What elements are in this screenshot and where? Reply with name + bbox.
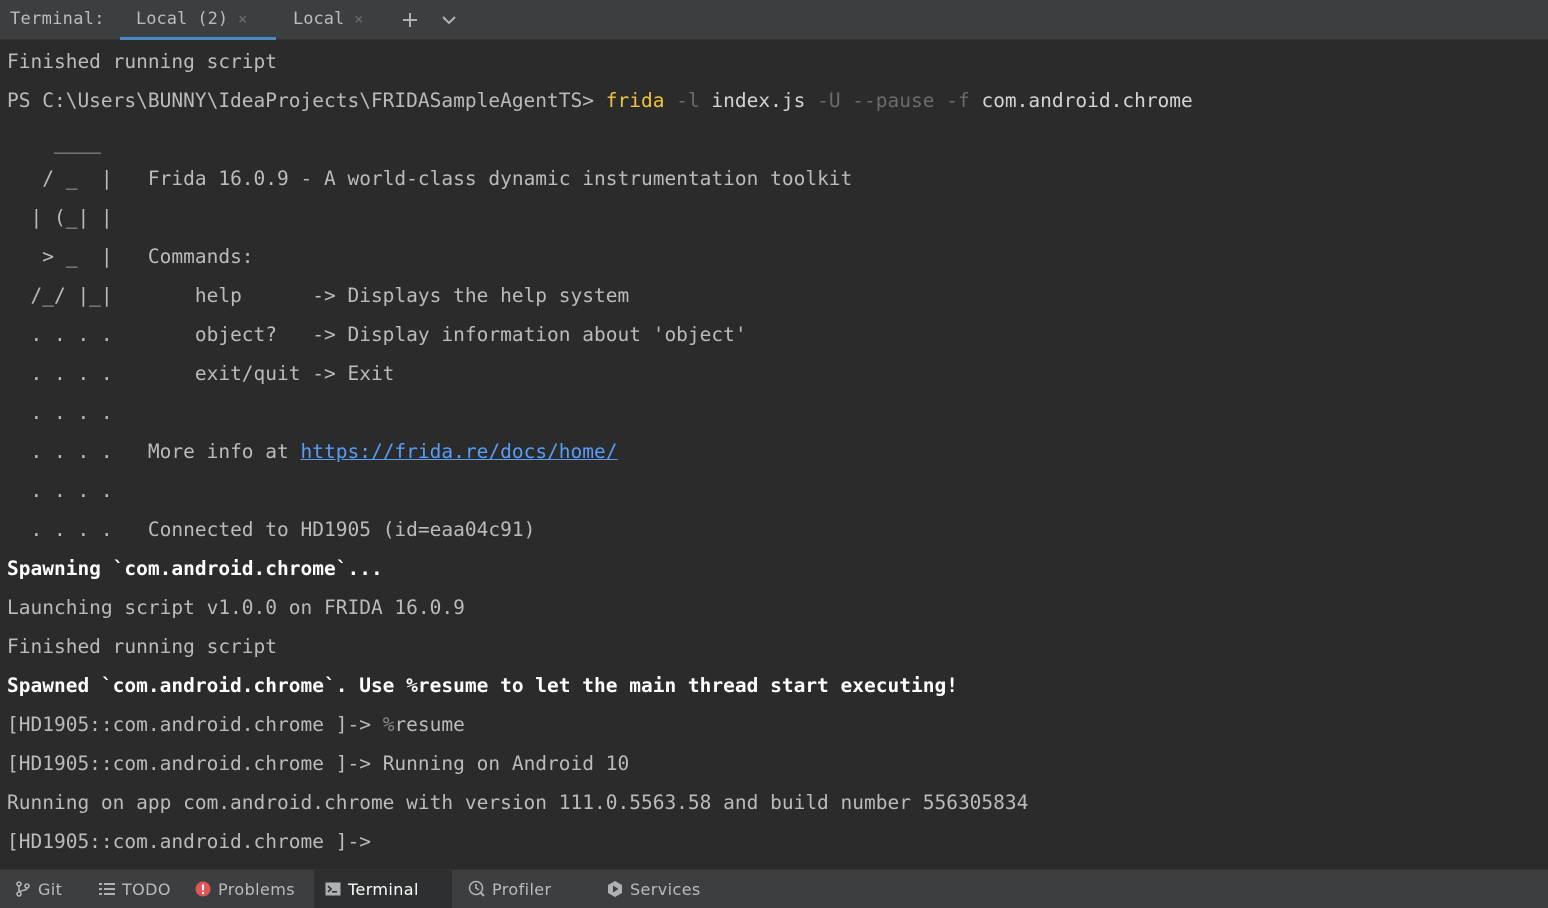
ascii-art: . . . .: [7, 479, 113, 502]
ascii-art: > _ |: [7, 245, 148, 268]
percent-sign: %: [382, 713, 395, 736]
command-argument: index.js: [711, 89, 806, 112]
docs-link[interactable]: https://frida.re/docs/home/: [301, 440, 618, 463]
services-tool-button[interactable]: Services: [596, 870, 711, 908]
terminal-line: Launching script v1.0.0 on FRIDA 16.0.9: [7, 596, 465, 619]
shell-prompt: PS C:\Users\BUNNY\IdeaProjects\FRIDASamp…: [7, 89, 606, 112]
terminal-line: / _ | Frida 16.0.9 - A world-class dynam…: [7, 167, 852, 191]
todo-label: TODO: [122, 879, 171, 899]
tab-local-2[interactable]: Local (2) ×: [120, 0, 276, 40]
todo-tool-button[interactable]: TODO: [88, 870, 181, 908]
ascii-art: /_/ |_|: [7, 284, 195, 307]
command-option: -U --pause -f: [805, 89, 982, 112]
frida-prompt: [HD1905::com.android.chrome ]->: [7, 752, 383, 775]
banner-text: Connected to HD1905 (id=eaa04c91): [147, 518, 536, 541]
ascii-art: | (_| |: [7, 206, 113, 229]
terminal-line: . . . .: [7, 479, 113, 503]
command-option: -l: [664, 89, 712, 112]
output-text: Running on Android 10: [382, 752, 630, 775]
terminal-line: . . . . exit/quit -> Exit: [7, 362, 394, 386]
chevron-down-icon[interactable]: [437, 6, 461, 34]
terminal-line: Running on app com.android.chrome with v…: [7, 791, 1029, 814]
list-icon: [98, 880, 116, 898]
terminal-title: Terminal:: [10, 9, 105, 29]
command-name: frida: [605, 89, 665, 112]
ascii-art: . . . .: [7, 323, 195, 346]
terminal-tool-button[interactable]: Terminal: [314, 870, 452, 908]
ascii-art: . . . .: [7, 401, 113, 424]
terminal-label: Terminal: [348, 879, 419, 899]
terminal-tab-bar: Terminal: Local (2) × Local ×: [0, 0, 1548, 40]
banner-text: More info at: [147, 440, 301, 463]
terminal-line: [HD1905::com.android.chrome ]-> %resume: [7, 713, 465, 737]
tab-label: Local: [293, 9, 345, 29]
terminal-line: | (_| |: [7, 206, 113, 230]
git-branch-icon: [14, 880, 32, 898]
banner-text: object? -> Display information about 'ob…: [194, 323, 747, 346]
terminal-line: . . . . object? -> Display information a…: [7, 323, 747, 347]
problems-label: Problems: [218, 879, 295, 899]
banner-text: help -> Displays the help system: [194, 284, 630, 307]
terminal-line: . . . .: [7, 401, 113, 425]
terminal-line: Finished running script: [7, 50, 278, 73]
terminal-line: /_/ |_| help -> Displays the help system: [7, 284, 629, 308]
terminal-line: [HD1905::com.android.chrome ]-> Running …: [7, 752, 629, 776]
profiler-tool-button[interactable]: Profiler: [458, 870, 562, 908]
terminal-command-line: PS C:\Users\BUNNY\IdeaProjects\FRIDASamp…: [7, 89, 1193, 113]
terminal-line: Spawned `com.android.chrome`. Use %resum…: [7, 674, 958, 697]
terminal-line: Spawning `com.android.chrome`...: [7, 557, 383, 580]
profiler-label: Profiler: [492, 879, 552, 899]
terminal-line: Finished running script: [7, 635, 278, 658]
tool-window-bar: Git TODO Problems Terminal Profiler Serv…: [0, 869, 1548, 908]
problems-tool-button[interactable]: Problems: [184, 870, 305, 908]
terminal-icon: [324, 880, 342, 898]
terminal-input-line[interactable]: [HD1905::com.android.chrome ]->: [7, 830, 371, 854]
close-icon[interactable]: ×: [354, 10, 363, 28]
terminal-output[interactable]: Finished running script PS C:\Users\BUNN…: [0, 41, 1548, 869]
banner-text: Frida 16.0.9 - A world-class dynamic ins…: [147, 167, 853, 190]
terminal-line: . . . . Connected to HD1905 (id=eaa04c91…: [7, 518, 535, 542]
close-icon[interactable]: ×: [238, 10, 247, 28]
services-icon: [606, 880, 624, 898]
banner-text: Commands:: [147, 245, 254, 268]
error-icon: [194, 880, 212, 898]
ascii-art: . . . .: [7, 362, 195, 385]
ascii-art-line: ____: [7, 131, 101, 154]
tab-label: Local (2): [136, 9, 229, 29]
services-label: Services: [630, 879, 701, 899]
ascii-art: / _ |: [7, 167, 148, 190]
profiler-icon: [468, 880, 486, 898]
git-tool-button[interactable]: Git: [4, 870, 72, 908]
ascii-art: . . . .: [7, 440, 148, 463]
terminal-line: . . . . More info at https://frida.re/do…: [7, 440, 618, 464]
command-argument: com.android.chrome: [981, 89, 1193, 112]
git-label: Git: [38, 879, 63, 899]
terminal-line: > _ | Commands:: [7, 245, 254, 269]
command-text: resume: [394, 713, 465, 736]
tab-local[interactable]: Local ×: [276, 0, 376, 40]
plus-icon[interactable]: [398, 6, 422, 34]
banner-text: exit/quit -> Exit: [194, 362, 395, 385]
ascii-art: . . . .: [7, 518, 148, 541]
frida-prompt: [HD1905::com.android.chrome ]->: [7, 713, 383, 736]
